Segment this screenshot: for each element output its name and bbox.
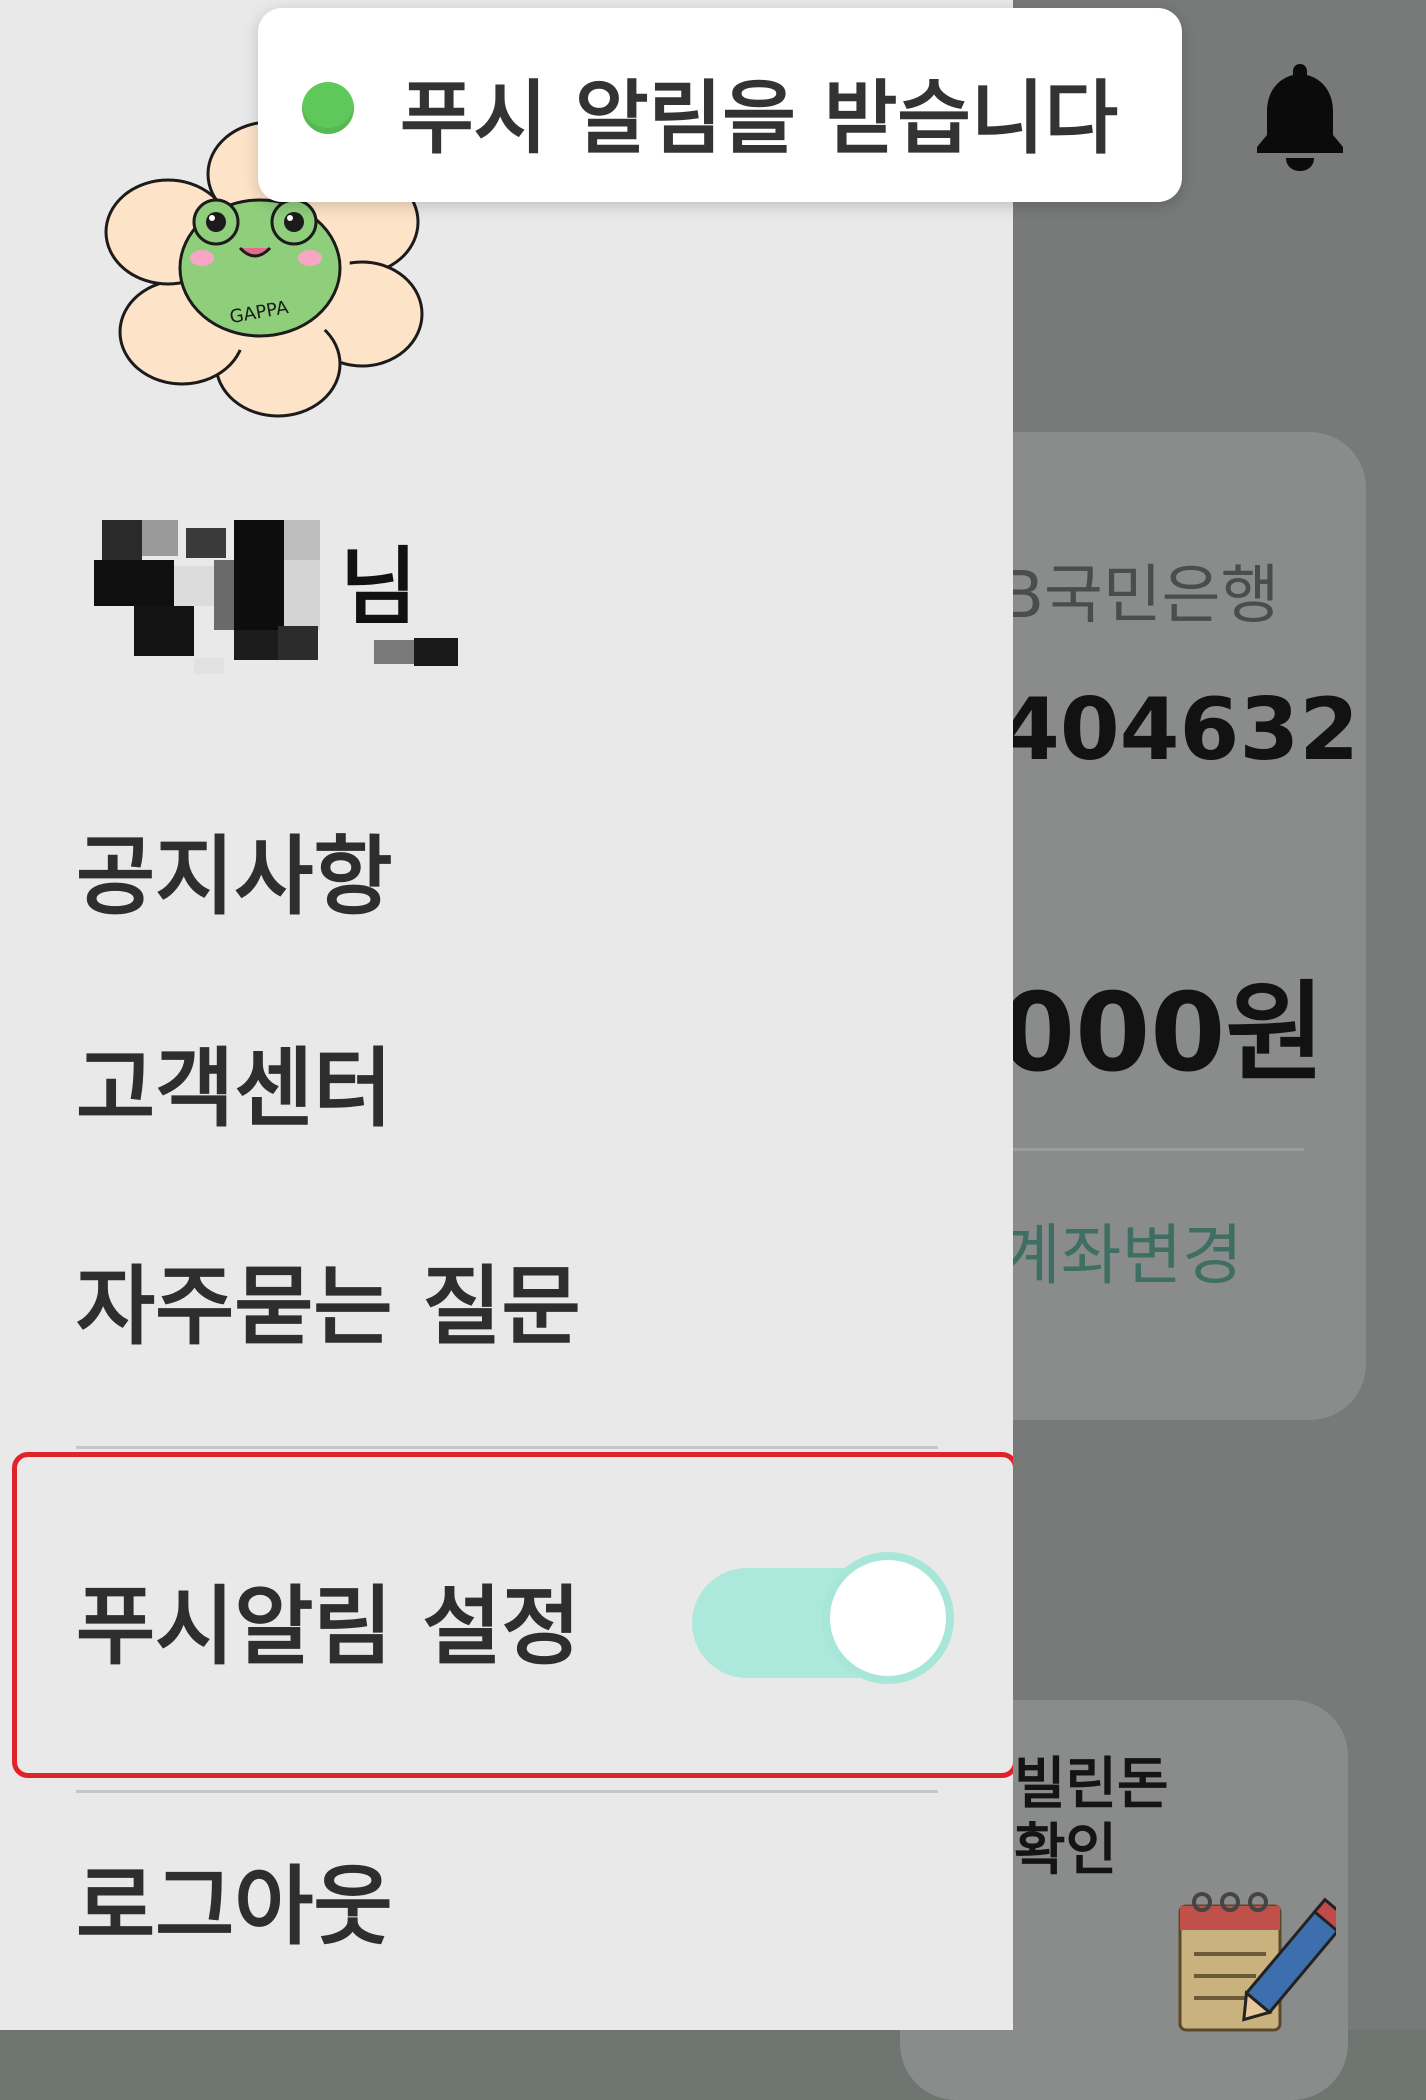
menu-divider [76, 1790, 938, 1793]
loan-card-label: 빌린돈 확인 [1014, 1752, 1169, 1884]
notepad-pencil-icon [1178, 1892, 1336, 2032]
push-notification-toggle[interactable] [692, 1552, 958, 1692]
status-dot-icon [302, 82, 354, 134]
account-number: 404632 [1000, 680, 1360, 780]
account-bank-name: B국민은행 [1000, 559, 1280, 633]
push-setting-label: 푸시알림 설정 [76, 1577, 581, 1677]
card-divider [1000, 1148, 1304, 1151]
change-account-link[interactable]: 계좌변경 [1000, 1202, 1243, 1298]
toast-notification: 푸시 알림을 받습니다 [258, 8, 1182, 202]
loan-label-line2: 확인 [1014, 1818, 1118, 1883]
account-amount: 000원 [1000, 971, 1325, 1096]
toast-message: 푸시 알림을 받습니다 [400, 72, 1119, 165]
user-name: 님 [94, 520, 494, 690]
menu-item-notice[interactable]: 공지사항 [76, 806, 392, 931]
toggle-knob [822, 1552, 954, 1684]
menu-item-customer-center[interactable]: 고객센터 [76, 1018, 392, 1143]
bell-icon[interactable] [1252, 60, 1348, 172]
menu-item-logout[interactable]: 로그아웃 [76, 1836, 392, 1961]
loan-label-line1: 빌린돈 [1014, 1752, 1169, 1817]
menu-item-faq[interactable]: 자주묻는 질문 [76, 1236, 581, 1361]
menu-divider [76, 1446, 938, 1449]
side-drawer: GAPPA 님 공지사항 고객센터 자주묻는 질문 푸시알림 설정 로그아웃 [0, 0, 1013, 2030]
user-name-suffix: 님 [340, 538, 418, 636]
